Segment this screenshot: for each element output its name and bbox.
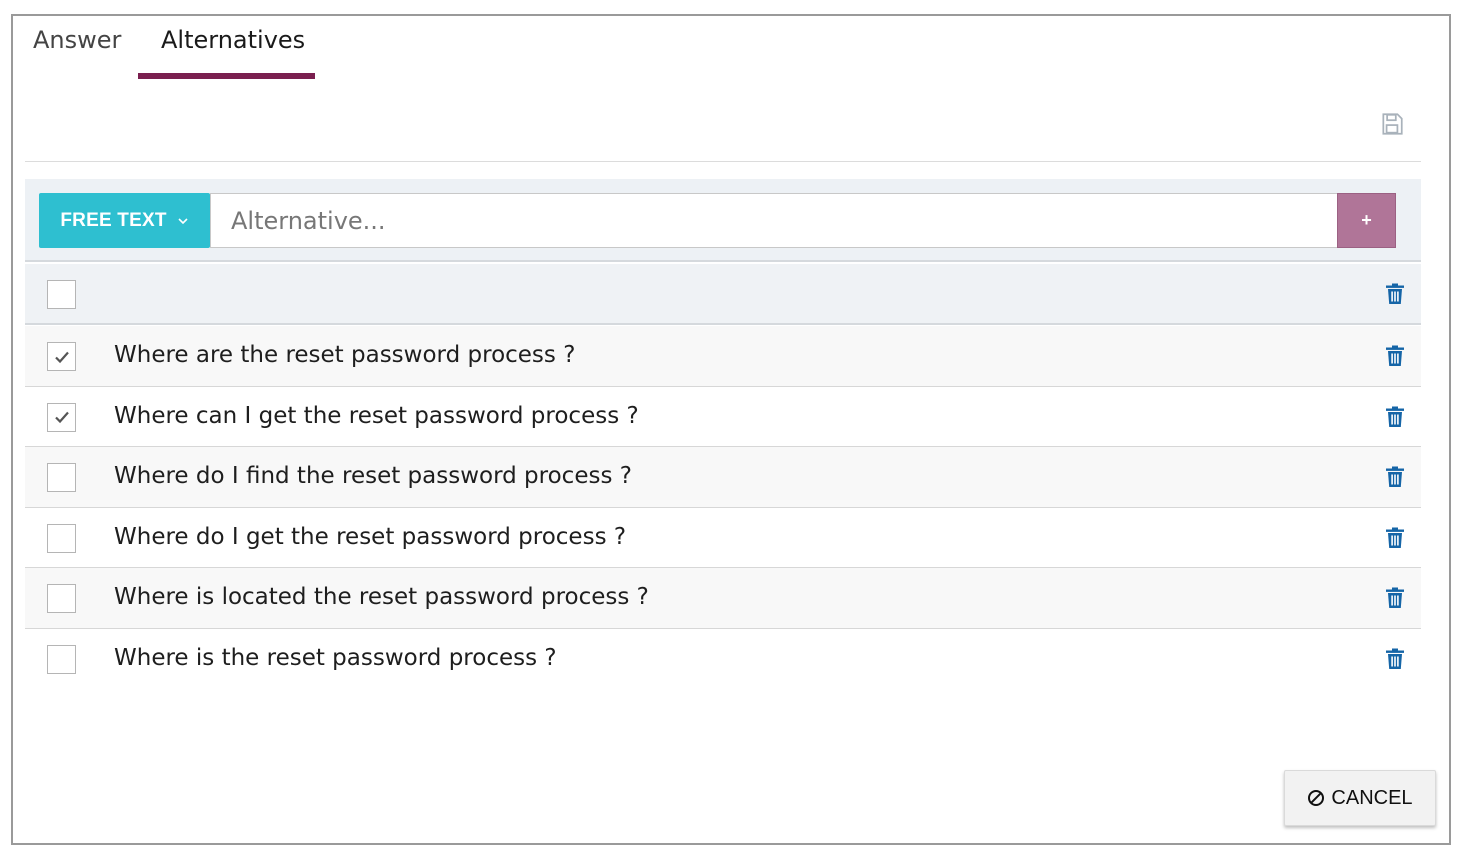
alternatives-list: Where are the reset password process ? W… (25, 326, 1421, 689)
delete-icon[interactable] (1385, 345, 1405, 367)
delete-icon[interactable] (1385, 466, 1405, 488)
list-item: Where do I get the reset password proces… (25, 507, 1421, 568)
delete-icon[interactable] (1385, 406, 1405, 428)
delete-icon[interactable] (1385, 527, 1405, 549)
checkmark-icon (54, 351, 69, 363)
list-item: Where is the reset password process ? (25, 628, 1421, 689)
alternative-input[interactable] (210, 193, 1339, 248)
alternative-text: Where do I get the reset password proces… (114, 523, 627, 550)
alternative-type-label: FREE TEXT (60, 209, 167, 231)
row-checkbox[interactable] (47, 523, 76, 553)
delete-selected-icon[interactable] (1385, 283, 1405, 305)
alternative-text: Where are the reset password process ? (114, 342, 576, 368)
add-alternative-button[interactable]: + (1337, 193, 1396, 248)
active-tab-indicator (138, 73, 315, 79)
chevron-down-icon (178, 217, 188, 224)
cancel-label: CANCEL (1331, 786, 1413, 809)
delete-icon[interactable] (1385, 648, 1405, 670)
save-icon[interactable] (1379, 111, 1405, 137)
cancel-icon (1308, 790, 1325, 806)
tab-answer[interactable]: Answer (33, 26, 121, 54)
cancel-button[interactable]: CANCEL (1284, 770, 1436, 826)
select-all-checkbox[interactable] (47, 280, 76, 309)
checkmark-icon (54, 411, 69, 424)
alternative-type-dropdown[interactable]: FREE TEXT (39, 193, 210, 248)
row-checkbox[interactable] (47, 402, 76, 432)
tab-alternatives[interactable]: Alternatives (161, 26, 305, 54)
alternative-text: Where is the reset password process ? (114, 644, 557, 671)
row-checkbox[interactable] (47, 644, 76, 674)
delete-icon[interactable] (1385, 587, 1405, 609)
alternative-text: Where do I find the reset password proce… (114, 463, 632, 489)
divider (25, 161, 1421, 162)
list-item: Where are the reset password process ? (25, 326, 1421, 387)
row-checkbox[interactable] (47, 463, 76, 492)
list-item: Where do I find the reset password proce… (25, 447, 1421, 508)
row-checkbox[interactable] (47, 584, 76, 613)
add-alternative-bar: FREE TEXT + (25, 179, 1421, 262)
list-item: Where is located the reset password proc… (25, 568, 1421, 629)
alternative-text: Where is located the reset password proc… (114, 584, 649, 610)
alternatives-dialog: Answer Alternatives FREE TEXT + (11, 14, 1451, 845)
alternative-text: Where can I get the reset password proce… (114, 402, 639, 429)
list-item: Where can I get the reset password proce… (25, 386, 1421, 447)
row-checkbox[interactable] (47, 342, 76, 371)
select-all-row (25, 264, 1421, 325)
